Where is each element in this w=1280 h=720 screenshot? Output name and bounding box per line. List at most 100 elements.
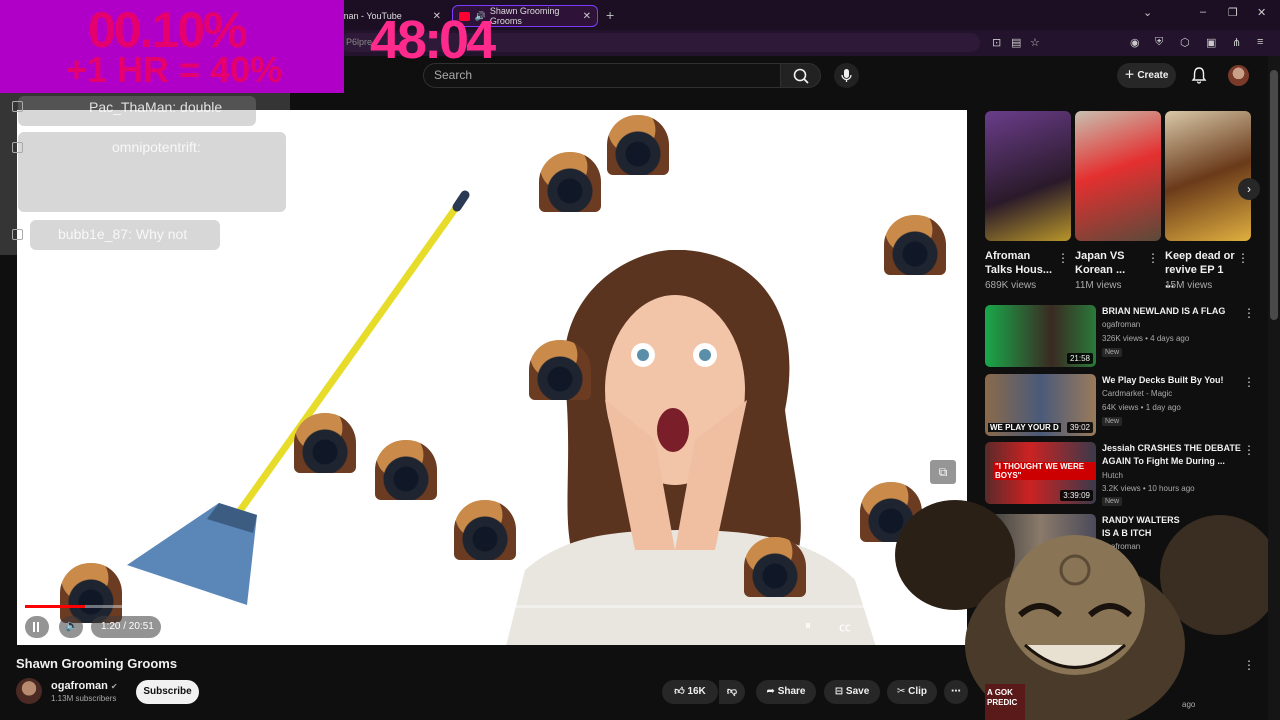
save-button[interactable]: ⊟ Save xyxy=(824,680,880,704)
emote-image xyxy=(60,563,122,623)
profile-icon[interactable]: ◉ xyxy=(1130,36,1140,49)
tab-list-icon[interactable]: ⌄ xyxy=(1143,6,1152,19)
more-options-icon[interactable]: ⋮ xyxy=(1243,658,1255,672)
share-label: Share xyxy=(777,686,806,697)
emote-image xyxy=(884,215,946,275)
emote-image xyxy=(294,413,356,473)
pause-icon xyxy=(33,622,39,632)
volume-icon: 🔈 xyxy=(65,620,79,632)
reader-icon[interactable]: ▤ xyxy=(1011,36,1021,49)
tab-label: Shawn Grooming Grooms xyxy=(489,6,560,26)
more-options-icon[interactable]: ⋮ xyxy=(1057,251,1069,265)
more-options-icon[interactable]: ⋮ xyxy=(1237,251,1249,265)
shield-icon[interactable]: ⛨ xyxy=(1155,36,1163,49)
chat-text: : Why not xyxy=(128,226,188,242)
shorts-next-button[interactable]: › xyxy=(1238,178,1260,200)
progress-bar[interactable] xyxy=(25,605,959,608)
recommendation-channel[interactable]: Cardmarket - Magic xyxy=(1102,389,1172,398)
thumbnail-caption: WE PLAY YOUR D xyxy=(988,423,1061,432)
recommendation-channel[interactable]: ogafroman xyxy=(1102,320,1140,329)
new-badge: New xyxy=(1102,417,1123,426)
volume-button[interactable]: 🔈 xyxy=(59,616,83,638)
recommendation-thumbnail[interactable]: 21:58 xyxy=(985,305,1096,367)
account-avatar[interactable] xyxy=(1228,65,1249,86)
more-options-icon[interactable]: ⋮ xyxy=(1243,306,1255,320)
wallet-icon[interactable]: ⋔ xyxy=(1232,36,1241,49)
voice-search-button[interactable] xyxy=(834,63,859,88)
extensions-icon[interactable]: ⬡ xyxy=(1180,36,1190,49)
short-thumbnail[interactable] xyxy=(1075,111,1161,241)
search-icon xyxy=(793,68,809,84)
more-options-icon[interactable]: ⋮ xyxy=(1243,375,1255,389)
recommendation-meta: 326K views • 4 days ago xyxy=(1102,334,1190,343)
recommendation-meta: ago xyxy=(1182,700,1196,709)
like-count: 16K xyxy=(687,686,706,697)
goal-bonus: +1 HR = 40% xyxy=(66,49,283,90)
emote-image xyxy=(454,500,516,560)
save-icon: ⊟ xyxy=(834,686,844,697)
close-window-icon[interactable]: ✕ xyxy=(1257,6,1266,19)
recommendation-thumbnail[interactable]: A GOK PREDIC xyxy=(985,684,1025,720)
short-thumbnail[interactable] xyxy=(985,111,1071,241)
new-tab-icon[interactable]: + xyxy=(606,7,614,23)
notifications-bell-icon[interactable] xyxy=(1191,66,1207,84)
settings-gear-icon[interactable]: ⚙ xyxy=(872,618,883,632)
video-title: Shawn Grooming Grooms xyxy=(16,656,178,671)
autoplay-toggle-icon[interactable]: ⏸ xyxy=(805,618,811,633)
channel-avatar[interactable] xyxy=(16,678,42,704)
recommendation-title[interactable]: Jessiah CRASHES THE DEBATE AGAIN To Figh… xyxy=(1102,442,1242,468)
plus-icon: ＋ xyxy=(1124,70,1138,81)
twitch-icon xyxy=(12,101,23,112)
screenshot-icon[interactable]: ⊡ xyxy=(992,36,1001,49)
verified-icon: ✔ xyxy=(110,682,118,691)
countdown-timer: 48:04 xyxy=(370,10,496,70)
recommendation-meta: 64K views • 1 day ago xyxy=(1102,403,1181,412)
chat-message: Pac_ThaMan: double xyxy=(89,99,222,115)
short-thumbnail[interactable] xyxy=(1165,111,1251,241)
emote-image xyxy=(375,440,437,500)
emote-image xyxy=(539,152,601,212)
shocked-woman-image xyxy=(506,250,876,645)
channel-name-text: ogafroman xyxy=(51,680,108,692)
search-button[interactable] xyxy=(781,63,821,88)
emote-image xyxy=(529,340,591,400)
recommendation-title[interactable]: We Play Decks Built By You! xyxy=(1102,374,1242,387)
save-label: Save xyxy=(845,686,870,697)
more-options-icon[interactable]: ⋮ xyxy=(1147,251,1159,265)
chat-username: Pac_ThaMan xyxy=(89,99,173,115)
channel-name[interactable]: ogafroman ✔ xyxy=(51,680,118,692)
short-views: 15M views xyxy=(1165,280,1213,291)
thumbnail-caption: A GOK PREDIC xyxy=(987,688,1018,707)
create-button[interactable]: ＋ Create xyxy=(1117,63,1176,88)
bookmark-star-icon[interactable]: ☆ xyxy=(1030,36,1040,49)
thumbs-up-icon: 👍︎ xyxy=(674,686,685,697)
recommendation-title[interactable]: BRIAN NEWLAND IS A FLAG xyxy=(1102,305,1242,318)
subscriber-count: 1.13M subscribers xyxy=(51,694,117,703)
microphone-icon xyxy=(841,69,852,82)
like-button[interactable]: 👍︎ 16K xyxy=(662,680,718,704)
play-pause-button[interactable] xyxy=(25,616,49,638)
short-title[interactable]: Japan VS Korean ... xyxy=(1075,249,1145,277)
url-text: P6lpre xyxy=(346,37,373,47)
dislike-button[interactable]: 👎︎ xyxy=(719,680,745,704)
short-title[interactable]: Afroman Talks Hous... xyxy=(985,249,1055,277)
more-options-icon[interactable]: ⋮ xyxy=(1243,443,1255,457)
sidebar-icon[interactable]: ▣ xyxy=(1206,36,1216,49)
thumbs-down-icon: 👎︎ xyxy=(726,686,738,697)
share-button[interactable]: ➦ Share xyxy=(756,680,816,704)
new-badge: New xyxy=(1102,348,1123,357)
close-tab-icon[interactable]: ✕ xyxy=(583,11,591,22)
create-label: Create xyxy=(1137,70,1169,81)
recommendation-thumbnail[interactable]: WE PLAY YOUR D 39:02 xyxy=(985,374,1096,436)
captions-icon[interactable]: ㏄ xyxy=(839,618,851,635)
chat-text: : double xyxy=(172,99,223,115)
short-views: 689K views xyxy=(985,280,1037,291)
short-views: 11M views xyxy=(1075,280,1122,291)
chat-message: omnipotentrift: xyxy=(112,139,201,155)
scrollbar-thumb[interactable] xyxy=(1270,70,1278,320)
maximize-icon[interactable]: ❐ xyxy=(1228,6,1238,19)
menu-icon[interactable]: ≡ xyxy=(1257,36,1263,48)
emote-image xyxy=(607,115,669,175)
subscribe-button[interactable]: Subscribe xyxy=(136,680,199,704)
minimize-icon[interactable]: – xyxy=(1200,6,1206,18)
